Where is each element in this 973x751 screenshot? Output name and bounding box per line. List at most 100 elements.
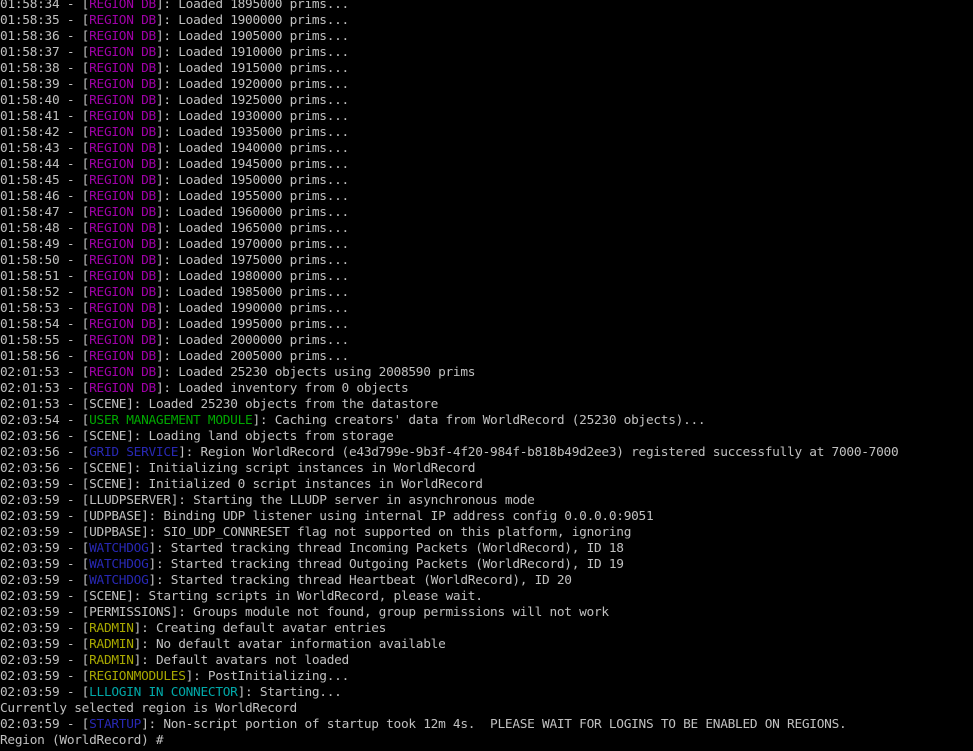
log-line: 01:58:36 - [REGION DB]: Loaded 1905000 p… xyxy=(0,29,898,45)
log-timestamp: 01:58:47 xyxy=(0,205,60,220)
log-line: 01:58:49 - [REGION DB]: Loaded 1970000 p… xyxy=(0,237,898,253)
log-tag: SCENE xyxy=(89,397,127,412)
log-line: 01:58:55 - [REGION DB]: Loaded 2000000 p… xyxy=(0,333,898,349)
log-tag: REGION DB xyxy=(89,173,156,188)
log-bracket: ] xyxy=(126,397,134,412)
log-bracket: ] xyxy=(148,557,157,572)
log-line: 02:03:56 - [SCENE]: Initializing script … xyxy=(0,461,898,477)
log-tag: WATCHDOG xyxy=(89,573,149,588)
log-line: 02:03:59 - [SCENE]: Starting scripts in … xyxy=(0,589,898,605)
log-separator: - [ xyxy=(59,125,90,140)
log-timestamp: 02:03:59 xyxy=(0,493,60,508)
log-line: 02:03:59 - [REGIONMODULES]: PostInitiali… xyxy=(0,669,898,685)
log-message: : Loaded 1970000 prims... xyxy=(163,237,349,252)
command-prompt[interactable]: Region (WorldRecord) # xyxy=(0,733,898,749)
log-tag: REGION DB xyxy=(89,189,156,204)
log-tag: SCENE xyxy=(89,461,127,476)
log-timestamp: 01:58:34 xyxy=(0,0,60,12)
log-message: : Loaded 1995000 prims... xyxy=(163,317,349,332)
console-output: 01:58:34 - [REGION DB]: Loaded 1895000 p… xyxy=(0,0,899,749)
log-tag: REGION DB xyxy=(89,45,156,60)
log-line: 02:03:56 - [SCENE]: Loading land objects… xyxy=(0,429,898,445)
log-tag: REGION DB xyxy=(89,77,156,92)
log-timestamp: 02:03:59 xyxy=(0,573,60,588)
log-separator: - [ xyxy=(59,365,90,380)
log-separator: - [ xyxy=(59,253,90,268)
log-bracket: ] xyxy=(141,525,149,540)
log-message: : Loaded 2000000 prims... xyxy=(163,333,349,348)
log-line: 01:58:56 - [REGION DB]: Loaded 2005000 p… xyxy=(0,349,898,365)
log-tag: REGION DB xyxy=(89,349,156,364)
log-line: 02:03:59 - [RADMIN]: No default avatar i… xyxy=(0,637,898,653)
log-bracket: ] xyxy=(126,477,134,492)
log-line: 02:03:59 - [STARTUP]: Non-script portion… xyxy=(0,717,898,733)
log-message: : Loaded 1975000 prims... xyxy=(163,253,349,268)
log-message: : Loaded 1900000 prims... xyxy=(163,13,349,28)
log-timestamp: 01:58:54 xyxy=(0,317,60,332)
log-separator: - [ xyxy=(59,93,90,108)
log-bracket: ] xyxy=(133,637,142,652)
log-timestamp: 01:58:42 xyxy=(0,125,60,140)
console-window[interactable]: 01:58:34 - [REGION DB]: Loaded 1895000 p… xyxy=(0,0,973,751)
log-tag: RADMIN xyxy=(89,653,134,668)
log-tag: REGION DB xyxy=(89,221,156,236)
log-tag: RADMIN xyxy=(89,621,134,636)
log-timestamp: 02:03:59 xyxy=(0,541,60,556)
log-message: : Starting... xyxy=(245,685,342,700)
log-timestamp: 01:58:40 xyxy=(0,93,60,108)
log-separator: - [ xyxy=(59,493,90,508)
log-timestamp: 01:58:37 xyxy=(0,45,60,60)
log-bracket: ] xyxy=(126,429,134,444)
log-line: 02:03:59 - [UDPBASE]: Binding UDP listen… xyxy=(0,509,898,525)
log-tag: REGION DB xyxy=(89,125,156,140)
log-tag: REGION DB xyxy=(89,29,156,44)
log-separator: - [ xyxy=(59,477,90,492)
log-separator: - [ xyxy=(59,221,90,236)
log-separator: - [ xyxy=(59,317,90,332)
log-message: : Loaded inventory from 0 objects xyxy=(163,381,409,396)
log-timestamp: 01:58:51 xyxy=(0,269,60,284)
log-timestamp: 01:58:55 xyxy=(0,333,60,348)
log-message: : Default avatars not loaded xyxy=(141,653,349,668)
log-tag: REGION DB xyxy=(89,13,156,28)
log-line: 02:03:59 - [UDPBASE]: SIO_UDP_CONNRESET … xyxy=(0,525,898,541)
log-separator: - [ xyxy=(59,557,90,572)
log-line: 02:01:53 - [REGION DB]: Loaded 25230 obj… xyxy=(0,365,898,381)
log-line: 02:03:59 - [WATCHDOG]: Started tracking … xyxy=(0,541,898,557)
log-line: 01:58:44 - [REGION DB]: Loaded 1945000 p… xyxy=(0,157,898,173)
log-timestamp: 01:58:39 xyxy=(0,77,60,92)
log-tag: LLUDPSERVER xyxy=(89,493,171,508)
log-separator: - [ xyxy=(59,445,90,460)
log-line: 01:58:46 - [REGION DB]: Loaded 1955000 p… xyxy=(0,189,898,205)
log-line: 01:58:52 - [REGION DB]: Loaded 1985000 p… xyxy=(0,285,898,301)
log-message: : Loaded 1950000 prims... xyxy=(163,173,349,188)
log-tag: WATCHDOG xyxy=(89,541,149,556)
log-tag: REGION DB xyxy=(89,109,156,124)
log-line: 01:58:53 - [REGION DB]: Loaded 1990000 p… xyxy=(0,301,898,317)
log-line: 02:03:59 - [WATCHDOG]: Started tracking … xyxy=(0,573,898,589)
log-message: : Binding UDP listener using internal IP… xyxy=(148,509,654,524)
log-timestamp: 01:58:50 xyxy=(0,253,60,268)
log-timestamp: 02:03:59 xyxy=(0,669,60,684)
log-tag: REGION DB xyxy=(89,0,156,12)
log-timestamp: 01:58:49 xyxy=(0,237,60,252)
log-separator: - [ xyxy=(59,573,90,588)
log-tag: REGION DB xyxy=(89,301,156,316)
log-timestamp: 01:58:44 xyxy=(0,157,60,172)
log-separator: - [ xyxy=(59,61,90,76)
log-timestamp: 02:03:59 xyxy=(0,557,60,572)
log-separator: - [ xyxy=(59,173,90,188)
log-message: : Region WorldRecord (e43d799e-9b3f-4f20… xyxy=(185,445,899,460)
log-tag: UDPBASE xyxy=(89,509,142,524)
log-separator: - [ xyxy=(59,397,90,412)
log-message: : Initialized 0 script instances in Worl… xyxy=(133,477,483,492)
log-timestamp: 02:03:59 xyxy=(0,477,60,492)
log-separator: - [ xyxy=(59,301,90,316)
log-message: : Loaded 1960000 prims... xyxy=(163,205,349,220)
log-separator: - [ xyxy=(59,525,90,540)
log-message: : Started tracking thread Incoming Packe… xyxy=(155,541,624,556)
log-tag: REGION DB xyxy=(89,381,156,396)
log-tag: USER MANAGEMENT MODULE xyxy=(89,413,253,428)
log-tag: REGION DB xyxy=(89,365,156,380)
log-tag: REGION DB xyxy=(89,269,156,284)
